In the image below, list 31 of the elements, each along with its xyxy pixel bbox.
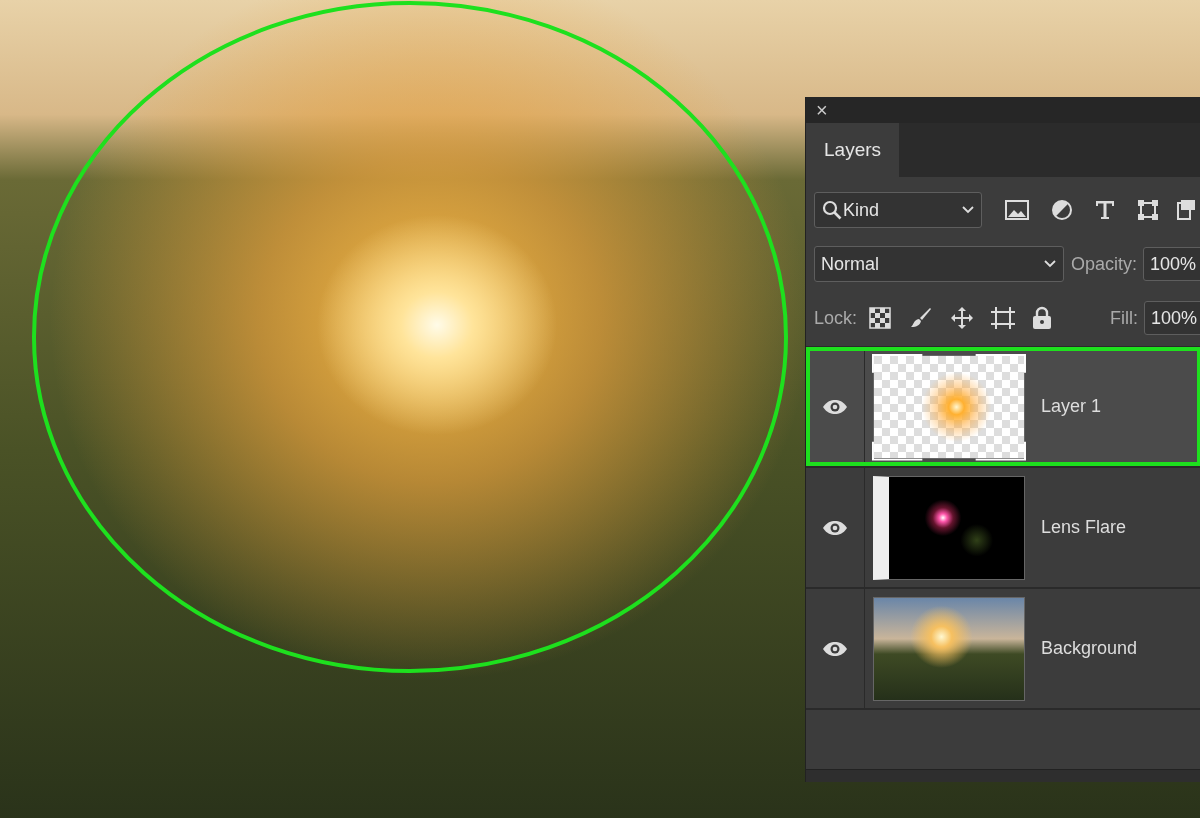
opacity-label: Opacity: — [1071, 253, 1138, 275]
filter-dropdown[interactable]: Kind — [814, 192, 982, 228]
eye-icon[interactable] — [822, 640, 848, 657]
blend-mode-dropdown[interactable]: Normal — [814, 246, 1064, 282]
move-icon[interactable] — [950, 306, 975, 330]
artboard-icon[interactable] — [990, 306, 1017, 330]
fill-label: Fill: — [1110, 307, 1139, 329]
fill-field[interactable]: 100% — [1144, 301, 1200, 335]
layer-name[interactable]: Lens Flare — [1041, 517, 1127, 538]
eye-icon[interactable] — [822, 519, 848, 536]
search-icon — [821, 199, 843, 221]
layer-row[interactable]: Background — [806, 589, 1200, 710]
lock-label: Lock: — [814, 307, 858, 329]
layer-name[interactable]: Layer 1 — [1041, 396, 1102, 417]
caret-icon — [1043, 259, 1057, 269]
eye-icon[interactable] — [822, 398, 848, 415]
image-icon[interactable] — [1005, 200, 1029, 220]
brush-icon[interactable] — [910, 307, 933, 329]
checkerboard-icon[interactable] — [869, 307, 892, 329]
lock-icon[interactable] — [1032, 306, 1053, 330]
layers-tab[interactable]: Layers — [806, 123, 900, 177]
type-icon[interactable] — [1095, 200, 1115, 220]
layer-name[interactable]: Background — [1041, 638, 1138, 659]
half-circle-icon[interactable] — [1051, 199, 1073, 221]
transform-icon[interactable] — [1137, 199, 1159, 221]
document-icon[interactable] — [1177, 199, 1195, 221]
opacity-field[interactable]: 100% — [1143, 247, 1200, 281]
caret-icon — [961, 205, 975, 215]
layer-row[interactable]: Lens Flare — [806, 468, 1200, 589]
close-button[interactable]: × — [816, 100, 828, 120]
layer-row[interactable]: Layer 1 — [806, 347, 1200, 468]
